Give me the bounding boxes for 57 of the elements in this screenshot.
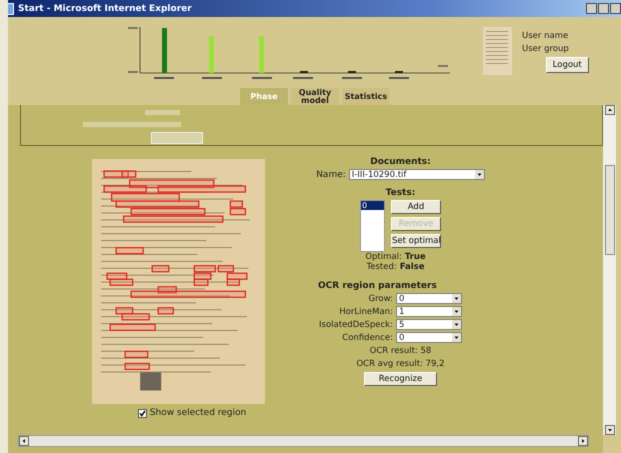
chart-bar <box>209 36 214 73</box>
tests-heading: Tests: <box>386 188 416 198</box>
user-name-label: User name <box>522 31 569 41</box>
axis-label-mark <box>202 77 222 79</box>
chart-bar <box>162 28 167 73</box>
axis-label-mark <box>342 77 362 79</box>
parameter-dropdown[interactable]: 0 <box>396 293 462 304</box>
axis-label-mark <box>293 77 313 79</box>
ocr-result-text: OCR result: 58 <box>370 346 432 356</box>
scroll-left-icon[interactable] <box>19 436 29 446</box>
disabled-button-drawing <box>151 132 203 144</box>
tab[interactable]: Statistics <box>342 88 390 105</box>
parameter-dropdown[interactable]: 0 <box>396 332 462 343</box>
parameter-label: Confidence: <box>342 332 393 342</box>
parameter-dropdown[interactable]: 1 <box>396 306 462 317</box>
axis-label-mark <box>128 71 138 73</box>
checkbox[interactable] <box>138 408 147 418</box>
tests-list[interactable]: 0 <box>360 200 385 252</box>
document-thumbnail <box>483 27 512 75</box>
document-dropdown[interactable]: I-III-10290.tif <box>348 169 485 180</box>
minimize-icon[interactable] <box>586 3 597 14</box>
maximize-icon[interactable] <box>598 3 609 14</box>
parameter-label: IsolatedDeSpeck: <box>319 320 393 330</box>
optimal-value: True <box>404 252 426 262</box>
checkbox-label: Show selected region <box>150 408 246 418</box>
disabled-setting-drawing <box>145 110 180 115</box>
scroll-down-icon[interactable] <box>604 425 614 435</box>
optimal-label: Optimal: <box>365 252 402 262</box>
window-title: Start - Microsoft Internet Explorer <box>18 4 193 14</box>
user-group-label: User group <box>522 44 569 54</box>
axis-label-mark <box>438 65 448 67</box>
axis-label-mark <box>128 27 138 29</box>
tested-value: False <box>400 262 425 272</box>
documents-heading: Documents: <box>370 157 431 167</box>
axis-label-mark <box>389 77 409 79</box>
scroll-right-icon[interactable] <box>578 436 588 446</box>
horizontal-scrollbar[interactable] <box>18 435 589 447</box>
test-action-button[interactable]: Set optimal <box>391 234 441 248</box>
parameter-dropdown[interactable]: 5 <box>396 319 462 330</box>
axis-label-mark <box>252 77 272 79</box>
parameter-label: HorLineMan: <box>339 306 393 316</box>
vertical-scrollbar[interactable] <box>603 105 616 435</box>
axis-label-mark <box>154 77 174 79</box>
test-action-button[interactable]: Add <box>391 200 441 214</box>
close-icon[interactable] <box>610 3 621 14</box>
tested-label: Tested: <box>366 262 397 272</box>
logout-button[interactable]: Logout <box>546 57 589 73</box>
test-list-item[interactable]: 0 <box>361 201 384 210</box>
tab[interactable]: Quality model <box>291 88 339 105</box>
parameter-label: Grow: <box>368 294 393 304</box>
ocr-parameters-heading: OCR region parameters <box>318 281 437 291</box>
scroll-up-icon[interactable] <box>604 105 614 115</box>
name-label: Name: <box>316 170 346 180</box>
recognize-button[interactable]: Recognize <box>364 372 438 386</box>
ocr-avg-result-text: OCR avg result: 79,2 <box>356 359 445 369</box>
chart-bar <box>259 36 264 73</box>
scrollbar-thumb[interactable] <box>604 165 614 255</box>
